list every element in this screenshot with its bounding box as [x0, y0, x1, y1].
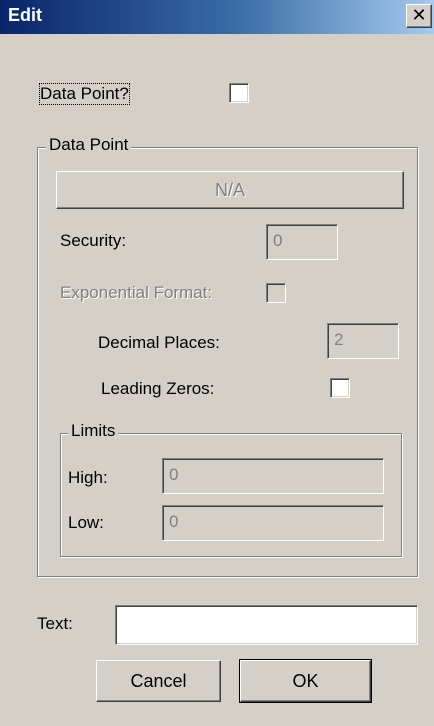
text-input[interactable]	[115, 605, 418, 645]
decimal-places-input[interactable]: 2	[327, 323, 399, 359]
leading-zeros-checkbox[interactable]	[330, 378, 350, 398]
low-limit-input[interactable]: 0	[162, 505, 384, 541]
title-bar: Edit ✕	[0, 0, 434, 34]
limits-group-title: Limits	[68, 421, 119, 441]
low-label: Low:	[68, 513, 104, 532]
exponential-format-label: Exponential Format:	[60, 283, 213, 302]
na-button[interactable]: N/A	[56, 171, 404, 209]
leading-zeros-label: Leading Zeros:	[101, 379, 215, 398]
high-limit-input[interactable]: 0	[162, 458, 384, 494]
ok-button[interactable]: OK	[239, 659, 372, 703]
cancel-button[interactable]: Cancel	[96, 660, 221, 702]
data-point-toggle-label[interactable]: Data Point?	[39, 83, 130, 105]
data-point-checkbox[interactable]	[229, 83, 249, 103]
exponential-format-checkbox[interactable]	[266, 283, 286, 303]
close-button[interactable]: ✕	[406, 4, 432, 28]
close-icon: ✕	[411, 5, 427, 25]
window-title: Edit	[8, 5, 42, 25]
security-input[interactable]: 0	[266, 224, 338, 260]
high-label: High:	[68, 468, 108, 487]
text-label: Text:	[37, 614, 73, 633]
decimal-places-label: Decimal Places:	[98, 333, 220, 352]
security-label: Security:	[60, 231, 127, 250]
data-point-group-title: Data Point	[46, 135, 132, 155]
